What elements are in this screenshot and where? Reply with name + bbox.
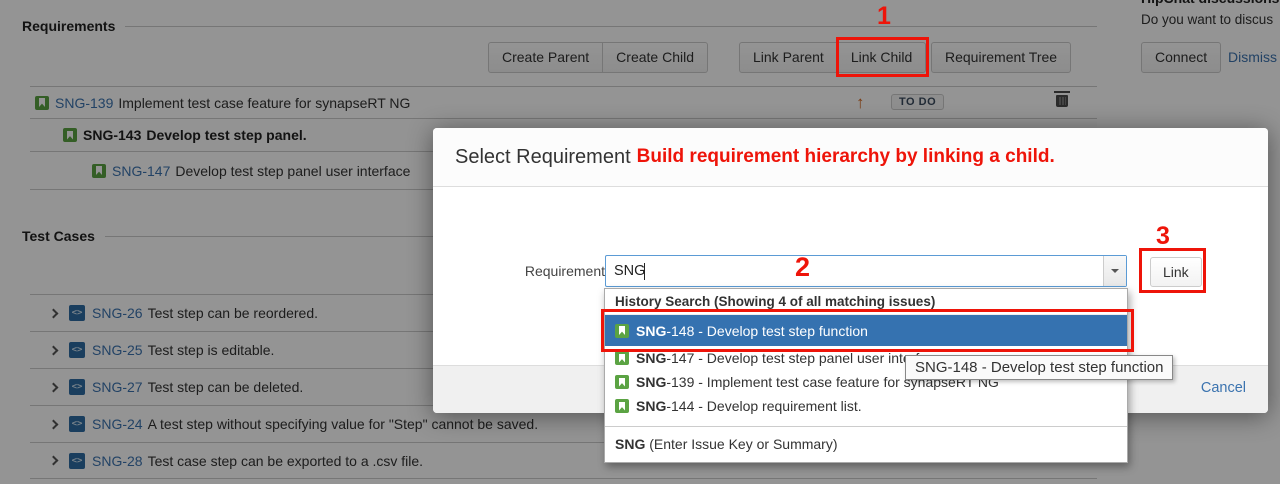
requirement-story-icon xyxy=(615,375,629,389)
suggestion-key: SNG xyxy=(636,398,666,414)
suggestion-item[interactable]: SNG-144 - Develop requirement list. xyxy=(605,394,1127,418)
text-caret xyxy=(644,263,645,280)
annotation-step-1: 1 xyxy=(877,2,891,31)
requirement-field-label: Requirement xyxy=(475,263,605,279)
dialog-annotation-text: Build requirement hierarchy by linking a… xyxy=(637,146,1055,168)
annotation-box-link-button xyxy=(1139,248,1206,293)
suggestion-summary: -147 - Develop test step panel user inte… xyxy=(666,350,942,366)
requirement-story-icon xyxy=(615,399,629,413)
suggestion-key: SNG xyxy=(636,350,666,366)
suggestion-summary: -144 - Develop requirement list. xyxy=(666,398,861,414)
footer-query-text: SNG xyxy=(615,436,645,452)
annotation-box-selected-item xyxy=(601,309,1134,352)
cancel-link[interactable]: Cancel xyxy=(1201,380,1246,396)
requirement-combobox xyxy=(605,255,1127,287)
annotation-step-2: 2 xyxy=(795,252,810,283)
page: Requirements Create Parent Create Child … xyxy=(0,0,1280,484)
bookmark-glyph xyxy=(619,378,625,387)
bookmark-glyph xyxy=(619,354,625,363)
suggestions-footer[interactable]: SNG (Enter Issue Key or Summary) xyxy=(605,426,1127,456)
requirement-input[interactable] xyxy=(606,256,1101,286)
dialog-header: Select Requirement Build requirement hie… xyxy=(433,128,1268,187)
suggestion-tooltip: SNG-148 - Develop test step function xyxy=(905,355,1173,380)
annotation-box-link-child xyxy=(836,37,929,77)
annotation-step-3: 3 xyxy=(1156,222,1170,251)
footer-hint-text: (Enter Issue Key or Summary) xyxy=(645,436,837,452)
bookmark-glyph xyxy=(619,402,625,411)
combobox-dropdown-arrow[interactable] xyxy=(1103,256,1126,286)
dialog-title: Select Requirement xyxy=(455,146,631,169)
requirement-story-icon xyxy=(615,351,629,365)
suggestion-key: SNG xyxy=(636,374,666,390)
